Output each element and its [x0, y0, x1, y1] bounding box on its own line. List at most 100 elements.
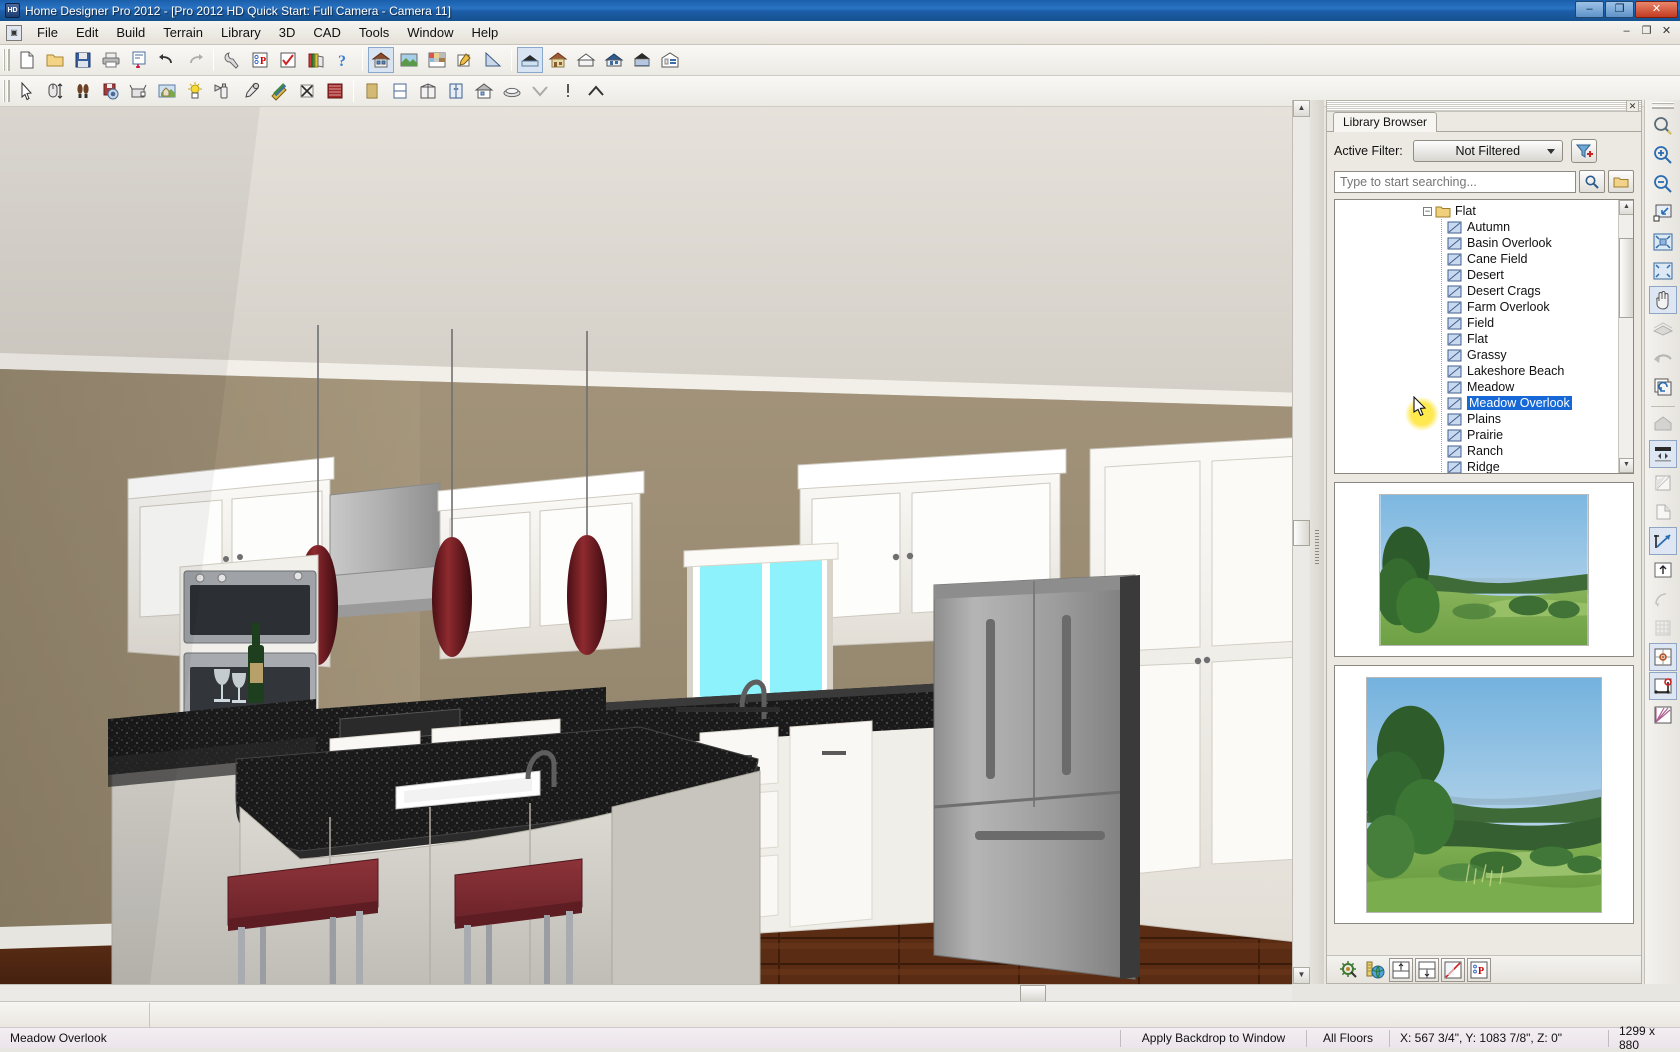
- tree-node-item[interactable]: Grassy: [1335, 347, 1618, 363]
- fixture-tool-icon[interactable]: [471, 78, 497, 104]
- print-preview-icon[interactable]: [126, 47, 152, 73]
- active-filter-select[interactable]: Not Filtered: [1413, 140, 1563, 162]
- mdi-close-button[interactable]: ✕: [1657, 24, 1676, 41]
- menu-item-library[interactable]: Library: [212, 22, 270, 43]
- tree-scrollbar[interactable]: ▲ ▼: [1618, 200, 1633, 473]
- panel-splitter[interactable]: [1310, 100, 1324, 984]
- open-plan-icon[interactable]: [42, 47, 68, 73]
- vertical-toolbar-grip[interactable]: [1652, 102, 1674, 109]
- menu-item-cad[interactable]: CAD: [304, 22, 349, 43]
- full-camera-icon[interactable]: [517, 47, 543, 73]
- add-filter-button[interactable]: [1571, 139, 1597, 163]
- zoom-out-icon[interactable]: [1649, 170, 1677, 198]
- plot-plan-icon[interactable]: [1649, 498, 1677, 526]
- print-icon[interactable]: [98, 47, 124, 73]
- previous-view-icon[interactable]: [1649, 315, 1677, 343]
- menu-item-3d[interactable]: 3D: [270, 22, 305, 43]
- elevation-view-icon[interactable]: [1649, 411, 1677, 439]
- tree-expander-icon[interactable]: −: [1423, 207, 1432, 216]
- tree-node-item[interactable]: Ridge: [1335, 459, 1618, 473]
- tree-node-item[interactable]: Lakeshore Beach: [1335, 363, 1618, 379]
- wall-material-icon[interactable]: [322, 78, 348, 104]
- tree-node-item[interactable]: Farm Overlook: [1335, 299, 1618, 315]
- viewport-vertical-scrollbar[interactable]: ▲ ▼: [1292, 100, 1309, 984]
- help-question-icon[interactable]: ?: [331, 47, 357, 73]
- library-browser-icon[interactable]: [303, 47, 329, 73]
- light-spray-icon[interactable]: [210, 78, 236, 104]
- 3d-viewport[interactable]: [0, 107, 1306, 984]
- fill-window-building-icon[interactable]: [1649, 228, 1677, 256]
- cabinet-tool-icon[interactable]: [443, 78, 469, 104]
- viewport-horizontal-scrollbar[interactable]: [0, 984, 1292, 1001]
- object-snaps-icon[interactable]: [1649, 643, 1677, 671]
- tree-node-item[interactable]: Desert: [1335, 267, 1618, 283]
- material-paint-icon[interactable]: [266, 78, 292, 104]
- roof-ridge-icon[interactable]: [583, 78, 609, 104]
- search-input[interactable]: [1334, 171, 1576, 193]
- document-icon[interactable]: ▣: [6, 25, 22, 41]
- save-plan-icon[interactable]: [70, 47, 96, 73]
- tree-scroll-thumb[interactable]: [1619, 238, 1634, 318]
- close-button[interactable]: ✕: [1635, 1, 1678, 18]
- wall-tool-icon[interactable]: [359, 78, 385, 104]
- zoom-icon[interactable]: [1649, 112, 1677, 140]
- tree-node-item[interactable]: Meadow Overlook: [1335, 395, 1618, 411]
- tree-node-item[interactable]: Plains: [1335, 411, 1618, 427]
- glass-house-icon[interactable]: [1649, 469, 1677, 497]
- house-elevation-icon[interactable]: [545, 47, 571, 73]
- ruler-icon[interactable]: [480, 47, 506, 73]
- no-reflection-icon[interactable]: [294, 78, 320, 104]
- camera-adjust-icon[interactable]: [126, 78, 152, 104]
- material-painter-icon[interactable]: [424, 47, 450, 73]
- undo-zoom-icon[interactable]: [1649, 344, 1677, 372]
- preferences-wrench-icon[interactable]: [219, 47, 245, 73]
- preview-thumbnail-small[interactable]: [1334, 482, 1634, 657]
- menu-item-build[interactable]: Build: [107, 22, 154, 43]
- angle-snaps-icon[interactable]: [1649, 672, 1677, 700]
- grid-snaps-icon[interactable]: [1649, 614, 1677, 642]
- eyedropper-icon[interactable]: [238, 78, 264, 104]
- door-tool-icon[interactable]: [387, 78, 413, 104]
- mouse-orbit-icon[interactable]: [42, 78, 68, 104]
- framing-overview-icon[interactable]: [629, 47, 655, 73]
- backdrop-icon[interactable]: [396, 47, 422, 73]
- search-button[interactable]: [1579, 170, 1605, 193]
- tree-node-item[interactable]: Basin Overlook: [1335, 235, 1618, 251]
- pan-window-icon[interactable]: [1649, 286, 1677, 314]
- restore-button[interactable]: ❐: [1605, 1, 1634, 18]
- mdi-minimize-button[interactable]: –: [1617, 24, 1636, 41]
- tree-scroll-down-arrow[interactable]: ▼: [1619, 458, 1634, 473]
- window-tool-icon[interactable]: [415, 78, 441, 104]
- tree-node-item[interactable]: Cane Field: [1335, 251, 1618, 267]
- scroll-up-arrow[interactable]: ▲: [1293, 100, 1310, 117]
- cross-section-icon[interactable]: [657, 47, 683, 73]
- vertical-scroll-thumb[interactable]: [1293, 520, 1310, 546]
- overview-icon[interactable]: [573, 47, 599, 73]
- preview-thumbnail-large[interactable]: [1334, 665, 1634, 924]
- panel-title-grip[interactable]: ✕: [1327, 101, 1641, 112]
- tab-library-browser[interactable]: Library Browser: [1333, 112, 1437, 132]
- library-update-globe-icon[interactable]: [1363, 958, 1387, 982]
- toolbar-grip-2[interactable]: [3, 80, 10, 102]
- menu-item-window[interactable]: Window: [398, 22, 462, 43]
- minimize-button[interactable]: –: [1575, 1, 1604, 18]
- zoom-in-icon[interactable]: [1649, 141, 1677, 169]
- tree-node-root[interactable]: −Flat: [1335, 203, 1618, 219]
- panel-close-icon[interactable]: ✕: [1626, 100, 1639, 112]
- floor-camera-icon[interactable]: [368, 47, 394, 73]
- menu-item-help[interactable]: Help: [462, 22, 507, 43]
- browse-folder-button[interactable]: [1608, 170, 1634, 193]
- walkthrough-icon[interactable]: [70, 78, 96, 104]
- tree-node-item[interactable]: Field: [1335, 315, 1618, 331]
- tree-node-item[interactable]: Ranch: [1335, 443, 1618, 459]
- swap-sides-icon[interactable]: [1649, 440, 1677, 468]
- tree-node-item[interactable]: Meadow: [1335, 379, 1618, 395]
- scroll-down-arrow[interactable]: ▼: [1293, 967, 1310, 984]
- new-plan-icon[interactable]: [14, 47, 40, 73]
- room-tool-icon[interactable]: [499, 78, 525, 104]
- menu-item-file[interactable]: File: [28, 22, 67, 43]
- tree-node-item[interactable]: Flat: [1335, 331, 1618, 347]
- refresh-display-icon[interactable]: [1649, 373, 1677, 401]
- tree-node-item[interactable]: Prairie: [1335, 427, 1618, 443]
- notes-icon[interactable]: [452, 47, 478, 73]
